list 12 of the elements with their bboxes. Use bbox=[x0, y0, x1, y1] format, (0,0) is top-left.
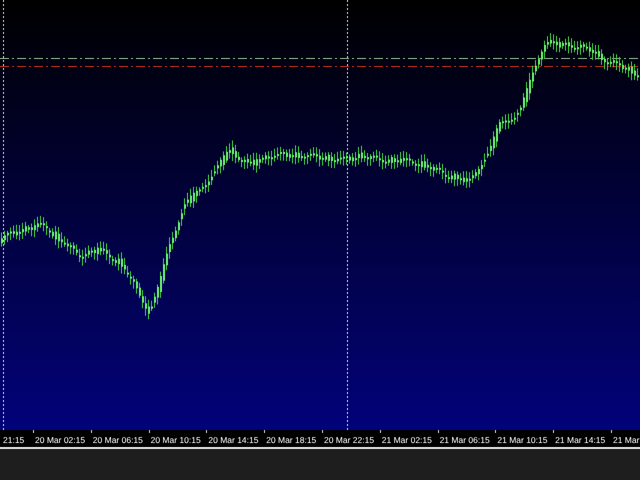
time-label: 20 Mar 14:15 bbox=[207, 435, 258, 445]
time-label: 20 Mar 10:15 bbox=[150, 435, 201, 445]
time-label: 21 Mar 10:15 bbox=[496, 435, 548, 445]
time-label: 20 Mar 02:15 bbox=[34, 435, 86, 445]
time-label: 20 Mar 22:15 bbox=[322, 435, 374, 445]
time-label: 21 Mar bbox=[612, 435, 640, 445]
time-label: 20 Mar 18:15 bbox=[265, 435, 316, 445]
time-label: 21 Mar 02:15 bbox=[380, 435, 432, 445]
time-label: 21 Mar 06:15 bbox=[438, 435, 490, 445]
time-label: 21 Mar 14:15 bbox=[554, 435, 606, 445]
time-label: 20 Mar 06:15 bbox=[92, 435, 143, 445]
time-label: 21:15 bbox=[3, 435, 24, 445]
